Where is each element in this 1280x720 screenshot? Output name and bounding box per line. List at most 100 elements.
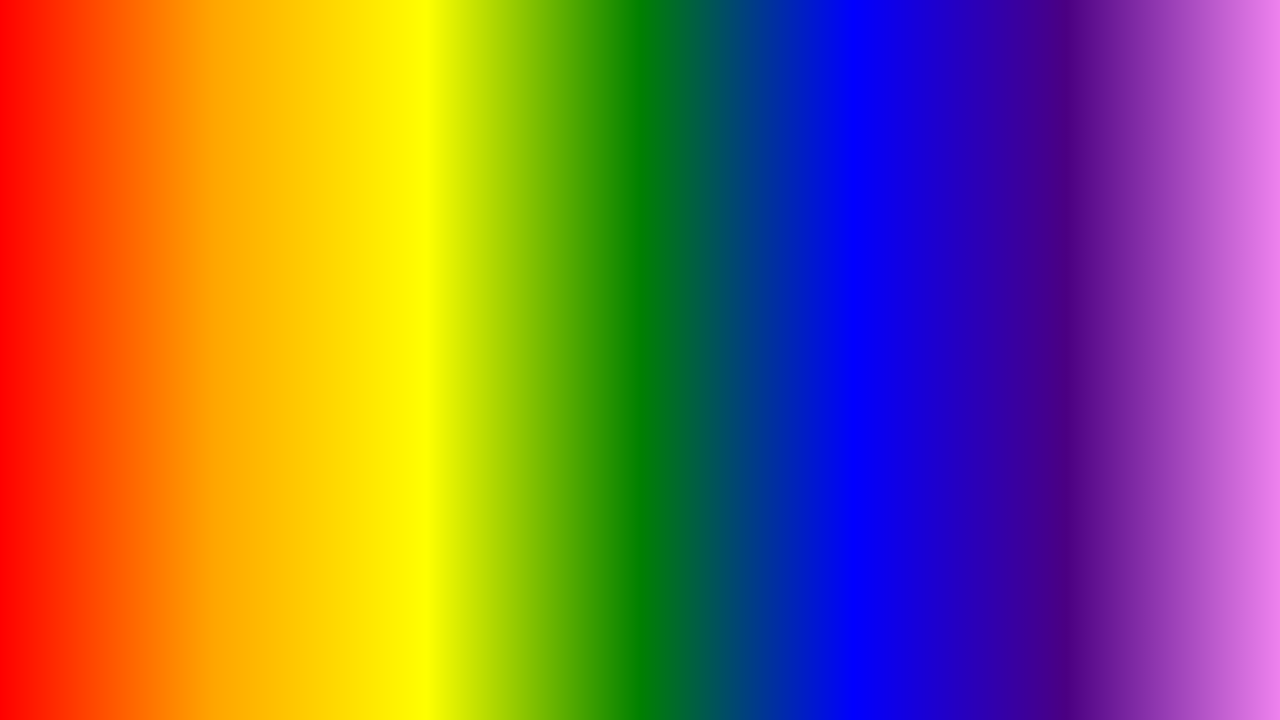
plugin-item-words[interactable]: Good work! 👍 Words of Encourag...: [305, 450, 442, 562]
plugin-name-assetcreator: Asset Creator: [343, 423, 404, 435]
plugin-grid: ↗↗↗↗Multiselect Replace{ }MinifyRo-Tasks…: [16, 210, 586, 562]
datastore-sublabel: DataStore Editor: [24, 69, 83, 78]
toolbar-item-getobject[interactable]: Get Object Path Ult's Utilities: [487, 12, 563, 82]
plugin-item-getobjectpath[interactable]: Get Object Path: [450, 210, 587, 322]
getobject-label: Get Object Path: [493, 58, 557, 69]
getobject-sublabel: Ult's Utilities: [504, 69, 547, 78]
plugins-text: PLUGINS: [744, 311, 1123, 397]
dropdown-label: My Plugins: [27, 178, 91, 193]
floor-grid: [594, 534, 1274, 714]
floor-tile: [653, 534, 807, 560]
uidesign-icon: u i: [428, 16, 468, 56]
insert-label: Insert Asset Access: [103, 58, 171, 80]
plugin-name-getobjectpath: Get Object Path: [482, 303, 553, 315]
svg-text:+: +: [142, 39, 149, 53]
datastore-label: DataStore Editor: [20, 58, 87, 69]
floor-tile: [1091, 614, 1274, 682]
toolbar-item-uidesign[interactable]: u i uiDesign Stelrex's Plugins: [413, 12, 484, 82]
svg-text:Ro: Ro: [535, 390, 551, 404]
insert-sublabel: Access: [124, 80, 150, 89]
plugin-item-loadchar[interactable]: Load Character...: [450, 450, 587, 562]
plugin-item-collab[interactable]: Collaborative Notes: [16, 450, 153, 562]
toolbar-item-insert[interactable]: + Insert Asset Access Access: [97, 12, 177, 93]
my-plugins-dropdown[interactable]: My Plugins ▼: [16, 171, 117, 200]
roblox-o1: O: [850, 18, 896, 80]
plugin-name-rojo: Rojo 0.5.4: [61, 423, 107, 435]
floor-tile: [757, 614, 934, 682]
plugin-item-rostrap[interactable]: RoStrap Package...: [161, 330, 298, 442]
music-sublabel: RbxMusic: [361, 69, 396, 78]
plugin-name-collab: Collaborative Notes: [41, 543, 128, 555]
music-icon: 🎵: [359, 16, 399, 56]
roblox-b: B: [896, 18, 939, 80]
tasks-sublabel: Ro-Tasks: [204, 80, 237, 89]
plugin-name-rotasks: Ro-Tasks: [352, 303, 394, 315]
youtube-panel: R O B L O X BEST PLUGINS: [594, 6, 1274, 714]
roblox-logo: R O B L O X: [807, 18, 1060, 80]
search-button[interactable]: 🔍: [560, 176, 580, 196]
floor-tile: [934, 681, 1137, 714]
plugin-name-multiselect: Multiselect Replace: [41, 303, 128, 315]
plugin-name-easycrop: Easy Crop: [205, 543, 252, 555]
plugin-name-words: Words of Encourag...: [326, 543, 420, 555]
plugin-item-multiselect[interactable]: ↗↗↗↗Multiselect Replace: [16, 210, 153, 322]
roblox-header: R O B L O X: [594, 6, 1274, 88]
plugin-thumb-collab: [39, 457, 129, 539]
toolbar-item-tasks[interactable]: Open/Close Tasks Ro-Tasks: [181, 12, 261, 93]
floor-tile: [594, 681, 757, 714]
plugin-item-easycrop[interactable]: Easy Crop: [161, 450, 298, 562]
floor-tile: [934, 534, 1075, 560]
plugin-thumb-easycrop: [184, 457, 274, 539]
svg-text:i: i: [447, 25, 453, 50]
plugin-thumb-getobjectpath: [473, 217, 563, 299]
svg-text:🎵: 🎵: [368, 25, 393, 48]
svg-text:Rojo: Rojo: [57, 365, 119, 398]
plugin-thumb-loadchar: [473, 457, 563, 539]
svg-text:↗: ↗: [71, 258, 86, 278]
floor-tile: [594, 614, 777, 682]
plugin-thumb-ropeater: Ro: [473, 337, 563, 419]
toolbar-item-music[interactable]: 🎵 RbxMusic RbxMusic: [349, 12, 409, 82]
plugin-thumb-rojo: Rojo: [39, 337, 129, 419]
insert-icon: +: [117, 16, 157, 56]
plugin-item-minify[interactable]: { }Minify: [161, 210, 298, 322]
plugin-thumb-rotasks: [328, 217, 418, 299]
uidesign-sublabel: Stelrex's Plugins: [419, 69, 478, 78]
tasks-label: Open/Close Tasks: [187, 58, 255, 80]
plugin-thumb-assetcreator: [328, 337, 418, 419]
roblox-r: R: [807, 18, 850, 80]
svg-text:Good work! 👍: Good work! 👍: [348, 484, 408, 497]
studio-panel: DataStore Editor DataStore Editor + Inse…: [6, 6, 596, 714]
plugin-item-ropeater[interactable]: RoStravant - Ropeater: [450, 330, 587, 442]
floor-tile: [793, 534, 934, 560]
floor-tile: [1062, 534, 1216, 560]
toolbar-item-load[interactable]: Load Character Pro AlreadyPro's Plugins: [265, 12, 345, 102]
toolbar: DataStore Editor DataStore Editor + Inse…: [6, 6, 596, 161]
floor-tile: [934, 614, 1111, 682]
svg-text:{ }: { }: [209, 237, 234, 267]
search-bar: My Plugins ▼ 🔍: [16, 171, 586, 200]
svg-text:↗: ↗: [54, 232, 69, 252]
plugin-item-rojo[interactable]: Rojo Rojo 0.5.4: [16, 330, 153, 442]
best-text: BEST: [820, 226, 1048, 312]
roblox-o2: O: [975, 18, 1021, 80]
plugin-name-loadchar: Load Character...: [479, 543, 556, 555]
plugin-thumb-multiselect: ↗↗↗↗: [39, 217, 129, 299]
plugin-item-assetcreator[interactable]: Asset Creator: [305, 330, 442, 442]
svg-text:↗: ↗: [71, 232, 86, 252]
plugin-item-rotasks[interactable]: Ro-Tasks: [305, 210, 442, 322]
plugin-thumb-minify: { }: [184, 217, 274, 299]
load-label: Load Character Pro: [271, 58, 339, 80]
floor-tile: [621, 560, 794, 614]
svg-text:↗: ↗: [54, 258, 69, 278]
chevron-down-icon: ▼: [97, 180, 107, 191]
getobject-icon: [505, 16, 545, 56]
toolbar-item-datastore[interactable]: DataStore Editor DataStore Editor: [14, 12, 93, 82]
floor-tile: [1111, 681, 1274, 714]
best-plugins-section: BEST PLUGINS: [594, 88, 1274, 534]
plugins-panel: My Plugins ▼ 🔍 ↗↗↗↗Multiselect Replace{ …: [6, 161, 596, 714]
roblox-l: L: [939, 18, 975, 80]
uidesign-label: uiDesign: [430, 58, 465, 69]
search-input[interactable]: [125, 171, 586, 200]
music-label: RbxMusic: [359, 58, 399, 69]
